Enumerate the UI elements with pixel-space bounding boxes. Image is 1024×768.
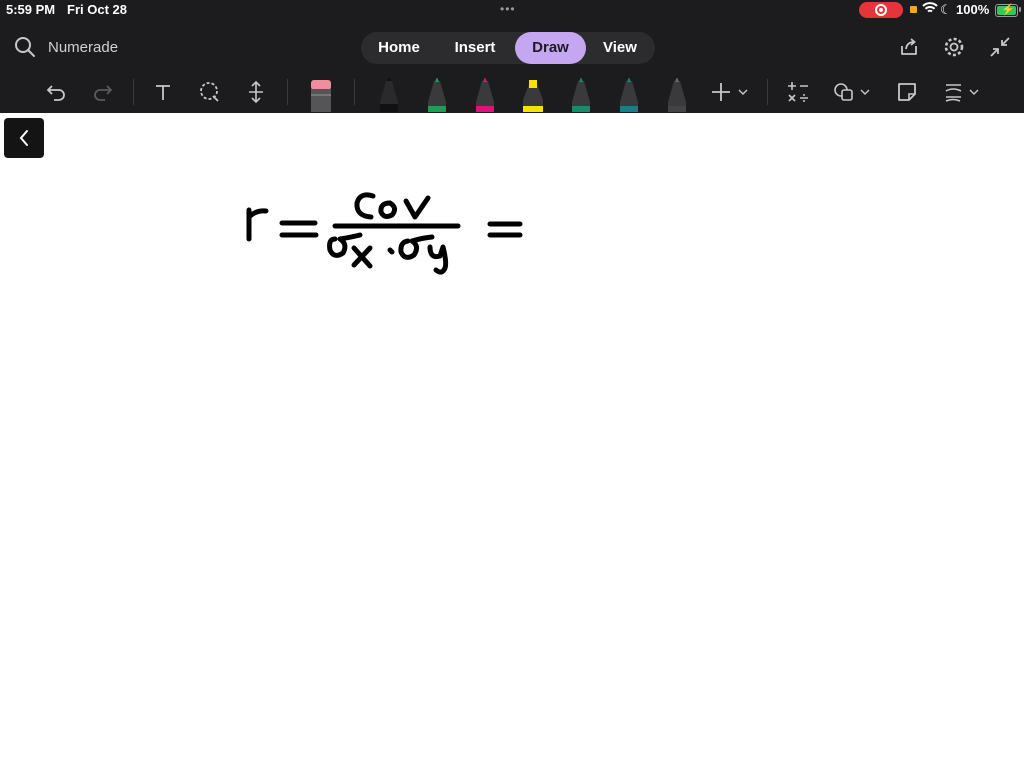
ink-equals-1 [279,220,319,238]
battery-cap [1019,7,1021,12]
status-date: Fri Oct 28 [67,2,127,17]
add-space-icon[interactable] [246,80,266,104]
mic-indicator-icon [910,6,917,13]
record-icon [875,4,887,16]
tab-home[interactable]: Home [365,32,433,64]
ink-sigma-y [398,234,435,260]
tab-insert[interactable]: Insert [439,32,511,64]
ink-r [246,207,269,242]
screen-recording-indicator[interactable] [859,2,903,18]
lasso-select-icon[interactable] [198,80,222,104]
settings-gear-icon[interactable] [943,36,965,58]
sticky-note-icon[interactable] [896,81,918,103]
pen-magenta-icon[interactable] [473,78,497,112]
add-pen-icon[interactable] [710,81,750,103]
eraser-icon[interactable] [310,78,332,112]
tab-draw[interactable]: Draw [515,32,586,64]
status-bar: 5:59 PM Fri Oct 28 ••• ☾ 100% ⚡ [0,0,1024,20]
text-tool-icon[interactable] [153,82,173,102]
redo-icon[interactable] [91,81,113,103]
ink-C [354,192,376,220]
wifi-icon [922,2,938,13]
notebook-title[interactable]: Numerade [48,39,118,56]
shapes-icon[interactable] [833,81,873,103]
undo-icon[interactable] [46,81,68,103]
collapse-arrows-icon[interactable] [989,36,1011,58]
ink-x [351,245,373,269]
battery-percent: 100% [956,2,990,17]
share-icon[interactable] [898,36,920,58]
focus-moon-icon: ☾ [940,2,952,17]
top-chrome: 5:59 PM Fri Oct 28 ••• ☾ 100% ⚡ Numerade… [0,0,1024,113]
toolbar-divider [287,79,288,105]
highlighter-yellow-icon[interactable] [520,78,546,112]
status-time: 5:59 PM [6,2,56,17]
ink-dot [387,247,395,255]
ink-y [427,244,449,275]
chevron-left-icon [19,130,28,146]
search-icon[interactable] [14,36,36,58]
ink-v [403,195,431,220]
toolbar-divider [767,79,768,105]
search-area[interactable]: Numerade [14,36,174,60]
pen-gray-icon[interactable] [665,78,689,112]
pen-green-icon[interactable] [425,78,449,112]
handwritten-formula [246,192,523,275]
toolbar-divider [133,79,134,105]
ink-o [378,200,398,219]
pen-black-icon[interactable] [377,78,401,112]
back-button[interactable] [4,118,44,158]
ink-style-icon[interactable] [943,80,983,104]
ink-equals-2 [487,221,523,238]
ribbon-tabs: Home Insert Draw View [361,32,655,64]
pen-teal-icon[interactable] [569,78,593,112]
multitasking-dots[interactable]: ••• [500,2,516,16]
tab-view[interactable]: View [589,32,651,64]
math-icon[interactable] [786,80,810,104]
battery-icon: ⚡ [995,4,1018,17]
toolbar-divider [354,79,355,105]
pen-cyan-icon[interactable] [617,78,641,112]
